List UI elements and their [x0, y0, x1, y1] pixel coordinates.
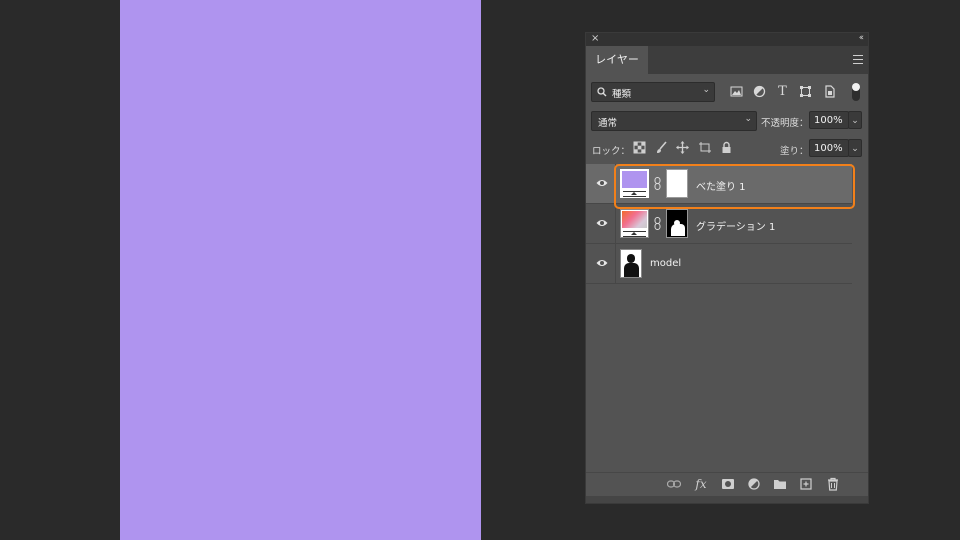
new-layer-icon[interactable] — [799, 477, 813, 491]
type-layer-filter-icon[interactable]: T — [776, 85, 789, 98]
blend-mode-select[interactable]: 通常 ⌄ — [591, 111, 757, 131]
chevron-down-icon: ⌄ — [702, 85, 710, 95]
layer-row-model[interactable]: model — [586, 244, 852, 284]
layer-name[interactable]: model — [650, 258, 681, 269]
collapse-icon[interactable]: ‹‹ — [859, 32, 864, 45]
panel-menu-icon[interactable] — [853, 55, 863, 64]
trash-icon[interactable] — [826, 477, 840, 491]
eye-icon — [596, 180, 608, 186]
search-icon — [597, 87, 607, 97]
lock-position-icon[interactable] — [676, 141, 689, 154]
layer-row-gradient[interactable]: グラデーション 1 — [586, 204, 852, 244]
opacity-label: 不透明度： — [761, 118, 809, 129]
pixel-layer-filter-icon[interactable] — [730, 85, 743, 98]
eye-icon — [596, 260, 608, 266]
lock-image-pixels-icon[interactable] — [655, 141, 668, 154]
visibility-toggle[interactable] — [586, 244, 616, 284]
panel-resize-strip[interactable] — [586, 496, 868, 503]
tab-layers[interactable]: レイヤー — [586, 46, 648, 74]
blend-row: 通常 ⌄ 不透明度： 100% ⌄ — [586, 110, 868, 132]
chevron-down-icon: ⌄ — [744, 114, 752, 124]
layer-style-fx-icon[interactable]: fx — [694, 477, 708, 491]
selected-layer-highlight — [614, 164, 855, 209]
link-layers-icon[interactable] — [667, 477, 681, 491]
lock-label: ロック： — [592, 146, 631, 157]
visibility-toggle[interactable] — [586, 204, 616, 244]
opacity-input[interactable]: 100% — [809, 111, 849, 129]
panel-tabbar: レイヤー — [586, 46, 868, 74]
add-mask-icon[interactable] — [721, 477, 735, 491]
new-adjustment-layer-icon[interactable] — [747, 477, 761, 491]
new-group-folder-icon[interactable] — [773, 477, 787, 491]
filter-kind-value: 種類 — [612, 89, 632, 100]
lock-row: ロック： 塗り： 100% ⌄ — [586, 139, 868, 159]
lock-transparent-pixels-icon[interactable] — [633, 141, 646, 154]
document-canvas[interactable] — [120, 0, 481, 540]
adjustment-layer-filter-icon[interactable] — [753, 85, 766, 98]
link-icon[interactable] — [654, 217, 661, 230]
filter-row: 種類 ⌄ T — [586, 81, 868, 105]
shape-layer-filter-icon[interactable] — [799, 85, 812, 98]
close-icon[interactable]: × — [591, 32, 599, 45]
filter-toggle[interactable] — [852, 83, 860, 101]
opacity-dropdown-button[interactable]: ⌄ — [848, 111, 862, 129]
filter-kind-select[interactable]: 種類 ⌄ — [591, 82, 715, 102]
lock-all-icon[interactable] — [720, 141, 733, 154]
layer-thumbnail[interactable] — [620, 249, 642, 278]
layer-name[interactable]: グラデーション 1 — [696, 218, 775, 233]
layers-panel: × ‹‹ レイヤー 種類 ⌄ T 通常 ⌄ 不透明度： 100% ⌄ ロック： … — [586, 33, 868, 503]
fill-label: 塗り： — [780, 146, 809, 157]
eye-icon — [596, 220, 608, 226]
visibility-toggle[interactable] — [586, 164, 616, 204]
layers-bottom-toolbar: fx — [586, 472, 868, 497]
layer-thumbnail[interactable] — [620, 209, 649, 238]
fill-dropdown-button[interactable]: ⌄ — [848, 139, 862, 157]
blend-mode-value: 通常 — [598, 118, 618, 129]
layer-mask-thumbnail[interactable] — [666, 209, 688, 238]
panel-titlebar: × ‹‹ — [586, 33, 868, 46]
lock-artboard-icon[interactable] — [698, 141, 711, 154]
fill-input[interactable]: 100% — [809, 139, 849, 157]
smart-object-filter-icon[interactable] — [823, 85, 836, 98]
